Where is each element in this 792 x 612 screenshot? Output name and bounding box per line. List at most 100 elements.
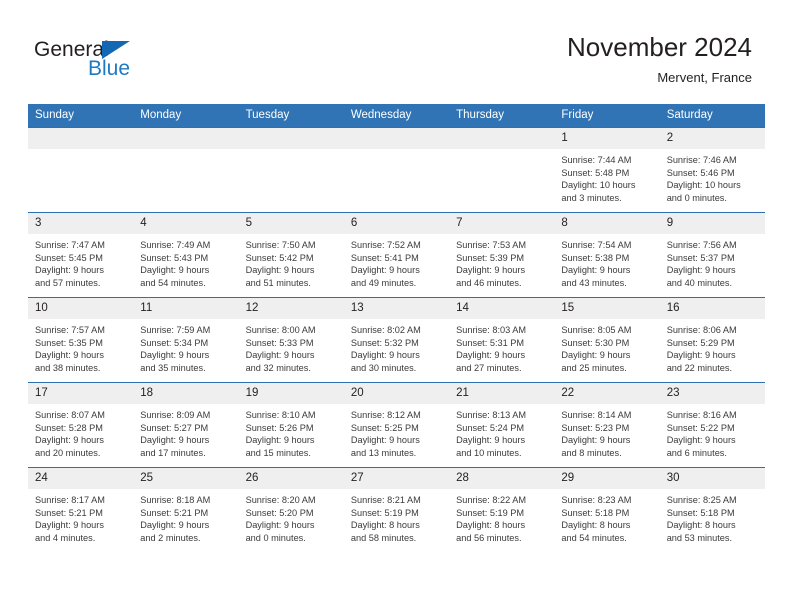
sunset-text: Sunset: 5:20 PM (245, 507, 314, 518)
calendar-day-cell[interactable]: 19 Sunrise: 8:10 AM Sunset: 5:26 PM Dayligh… (238, 382, 344, 468)
calendar-day-cell[interactable]: 17 Sunrise: 8:07 AM Sunset: 5:28 PM Dayligh… (28, 382, 134, 468)
calendar-day-cell[interactable]: 24 Sunrise: 8:17 AM Sunset: 5:21 PM Dayligh… (28, 467, 134, 552)
calendar-day-cell[interactable]: 12 Sunrise: 8:00 AM Sunset: 5:33 PM Dayligh… (238, 297, 344, 383)
daylight-text-line2: and 22 minutes. (666, 362, 733, 373)
calendar-day-cell[interactable]: 5 Sunrise: 7:50 AM Sunset: 5:42 PM Daylight… (238, 212, 344, 298)
calendar-day-cell[interactable]: 28 Sunrise: 8:22 AM Sunset: 5:19 PM Dayligh… (449, 467, 555, 552)
daylight-text-line1: Daylight: 8 hours (666, 520, 736, 531)
calendar-day-cell[interactable]: 7 Sunrise: 7:53 AM Sunset: 5:39 PM Daylight… (449, 212, 555, 298)
day-details: Sunrise: 8:02 AM Sunset: 5:32 PM Daylight:… (344, 319, 449, 374)
sunrise-text: Sunrise: 8:06 AM (666, 325, 737, 335)
sunrise-text: Sunrise: 7:46 AM (666, 155, 737, 165)
sunrise-text: Sunrise: 7:47 AM (35, 240, 105, 250)
daylight-text-line2: and 49 minutes. (350, 277, 417, 288)
calendar-day-cell[interactable]: 16 Sunrise: 8:06 AM Sunset: 5:29 PM Dayligh… (659, 297, 765, 383)
calendar-day-cell[interactable]: 23 Sunrise: 8:16 AM Sunset: 5:22 PM Dayligh… (659, 382, 765, 468)
calendar-day-cell-empty (449, 127, 555, 213)
calendar-day-cell[interactable]: 11 Sunrise: 7:59 AM Sunset: 5:34 PM Dayligh… (133, 297, 239, 383)
sunset-text: Sunset: 5:41 PM (350, 252, 419, 263)
calendar-day-cell[interactable]: 26 Sunrise: 8:20 AM Sunset: 5:20 PM Dayligh… (238, 467, 344, 552)
calendar-week-row: 1 Sunrise: 7:44 AM Sunset: 5:48 PM Daylight… (28, 127, 765, 213)
calendar-day-cell[interactable]: 20 Sunrise: 8:12 AM Sunset: 5:25 PM Dayligh… (343, 382, 450, 468)
sunset-text: Sunset: 5:24 PM (456, 422, 525, 433)
calendar-day-cell[interactable]: 15 Sunrise: 8:05 AM Sunset: 5:30 PM Dayligh… (554, 297, 660, 383)
daylight-text-line1: Daylight: 8 hours (561, 520, 631, 531)
day-details: Sunrise: 7:50 AM Sunset: 5:42 PM Daylight:… (239, 234, 344, 289)
daylight-text-line2: and 17 minutes. (140, 447, 206, 458)
sunrise-text: Sunrise: 8:20 AM (245, 495, 316, 505)
sunrise-text: Sunrise: 8:23 AM (561, 495, 632, 505)
sunset-text: Sunset: 5:23 PM (561, 422, 630, 433)
sunrise-text: Sunrise: 8:03 AM (456, 325, 527, 335)
sunset-text: Sunset: 5:35 PM (35, 337, 103, 348)
calendar-day-cell[interactable]: 2 Sunrise: 7:46 AM Sunset: 5:46 PM Daylight… (659, 127, 765, 213)
daylight-text-line2: and 3 minutes. (561, 192, 622, 203)
weekday-header-row: Sunday Monday Tuesday Wednesday Thursday… (28, 104, 765, 128)
calendar-day-cell[interactable]: 6 Sunrise: 7:52 AM Sunset: 5:41 PM Daylight… (343, 212, 450, 298)
sunset-text: Sunset: 5:28 PM (35, 422, 103, 433)
daylight-text-line1: Daylight: 9 hours (456, 350, 526, 361)
sunrise-text: Sunrise: 8:00 AM (245, 325, 316, 335)
day-details: Sunrise: 7:46 AM Sunset: 5:46 PM Daylight:… (660, 149, 765, 204)
sunrise-text: Sunrise: 7:59 AM (140, 325, 211, 335)
weekday-header-monday: Monday (133, 104, 239, 128)
calendar-day-cell[interactable]: 30 Sunrise: 8:25 AM Sunset: 5:18 PM Dayligh… (659, 467, 765, 552)
calendar-day-cell[interactable]: 18 Sunrise: 8:09 AM Sunset: 5:27 PM Dayligh… (133, 382, 239, 468)
daylight-text-line2: and 8 minutes. (561, 447, 622, 458)
calendar-page: General Blue November 2024 Mervent, Fran… (0, 0, 792, 612)
sunrise-text: Sunrise: 7:53 AM (456, 240, 527, 250)
calendar-day-cell[interactable]: 25 Sunrise: 8:18 AM Sunset: 5:21 PM Dayligh… (133, 467, 239, 552)
calendar-day-cell[interactable]: 21 Sunrise: 8:13 AM Sunset: 5:24 PM Dayligh… (449, 382, 555, 468)
daylight-text-line1: Daylight: 9 hours (35, 435, 104, 446)
day-details: Sunrise: 8:06 AM Sunset: 5:29 PM Daylight:… (660, 319, 765, 374)
calendar-day-cell[interactable]: 8 Sunrise: 7:54 AM Sunset: 5:38 PM Daylight… (554, 212, 660, 298)
sunrise-text: Sunrise: 8:14 AM (561, 410, 632, 420)
day-number: 10 (28, 298, 134, 319)
sunrise-text: Sunrise: 8:22 AM (456, 495, 527, 505)
calendar-day-cell[interactable]: 22 Sunrise: 8:14 AM Sunset: 5:23 PM Dayligh… (554, 382, 660, 468)
sunset-text: Sunset: 5:39 PM (456, 252, 525, 263)
calendar-day-cell[interactable]: 9 Sunrise: 7:56 AM Sunset: 5:37 PM Daylight… (659, 212, 765, 298)
daylight-text-line2: and 54 minutes. (561, 532, 627, 543)
calendar-day-cell[interactable]: 3 Sunrise: 7:47 AM Sunset: 5:45 PM Daylight… (28, 212, 134, 298)
calendar-day-cell[interactable]: 14 Sunrise: 8:03 AM Sunset: 5:31 PM Dayligh… (449, 297, 555, 383)
sunrise-text: Sunrise: 8:09 AM (140, 410, 211, 420)
day-number: 7 (449, 213, 555, 234)
weekday-header-saturday: Saturday (659, 104, 765, 128)
calendar-week-row: 24 Sunrise: 8:17 AM Sunset: 5:21 PM Dayligh… (28, 467, 765, 552)
day-number: 6 (343, 213, 450, 234)
calendar-day-cell[interactable]: 29 Sunrise: 8:23 AM Sunset: 5:18 PM Dayligh… (554, 467, 660, 552)
sunset-text: Sunset: 5:38 PM (561, 252, 630, 263)
calendar-day-cell[interactable]: 4 Sunrise: 7:49 AM Sunset: 5:43 PM Daylight… (133, 212, 239, 298)
sunset-text: Sunset: 5:26 PM (245, 422, 314, 433)
sunrise-text: Sunrise: 8:10 AM (245, 410, 316, 420)
day-number (343, 128, 450, 149)
daylight-text-line1: Daylight: 9 hours (350, 350, 420, 361)
day-details: Sunrise: 8:05 AM Sunset: 5:30 PM Daylight:… (554, 319, 659, 374)
calendar-day-cell[interactable]: 13 Sunrise: 8:02 AM Sunset: 5:32 PM Dayligh… (343, 297, 450, 383)
calendar-day-cell-empty (238, 127, 344, 213)
sunset-text: Sunset: 5:18 PM (666, 507, 735, 518)
calendar-day-cell[interactable]: 27 Sunrise: 8:21 AM Sunset: 5:19 PM Dayligh… (343, 467, 450, 552)
sunrise-text: Sunrise: 8:07 AM (35, 410, 105, 420)
daylight-text-line2: and 35 minutes. (140, 362, 206, 373)
daylight-text-line2: and 58 minutes. (350, 532, 417, 543)
day-number: 23 (659, 383, 765, 404)
daylight-text-line2: and 25 minutes. (561, 362, 627, 373)
general-blue-logo[interactable]: General Blue (34, 38, 234, 86)
daylight-text-line2: and 30 minutes. (350, 362, 417, 373)
logo-text-blue: Blue (88, 57, 131, 80)
calendar-day-cell[interactable]: 10 Sunrise: 7:57 AM Sunset: 5:35 PM Dayligh… (28, 297, 134, 383)
page-title: November 2024 (567, 32, 752, 62)
calendar-container: Sunday Monday Tuesday Wednesday Thursday… (28, 104, 765, 552)
daylight-text-line1: Daylight: 9 hours (350, 265, 420, 276)
day-number: 29 (554, 468, 660, 489)
day-number: 30 (659, 468, 765, 489)
daylight-text-line2: and 40 minutes. (666, 277, 733, 288)
day-details: Sunrise: 8:18 AM Sunset: 5:21 PM Daylight:… (133, 489, 238, 544)
daylight-text-line2: and 0 minutes. (245, 532, 306, 543)
sunrise-text: Sunrise: 8:16 AM (666, 410, 737, 420)
sunrise-text: Sunrise: 7:52 AM (350, 240, 421, 250)
calendar-day-cell[interactable]: 1 Sunrise: 7:44 AM Sunset: 5:48 PM Daylight… (554, 127, 660, 213)
sunset-text: Sunset: 5:18 PM (561, 507, 630, 518)
